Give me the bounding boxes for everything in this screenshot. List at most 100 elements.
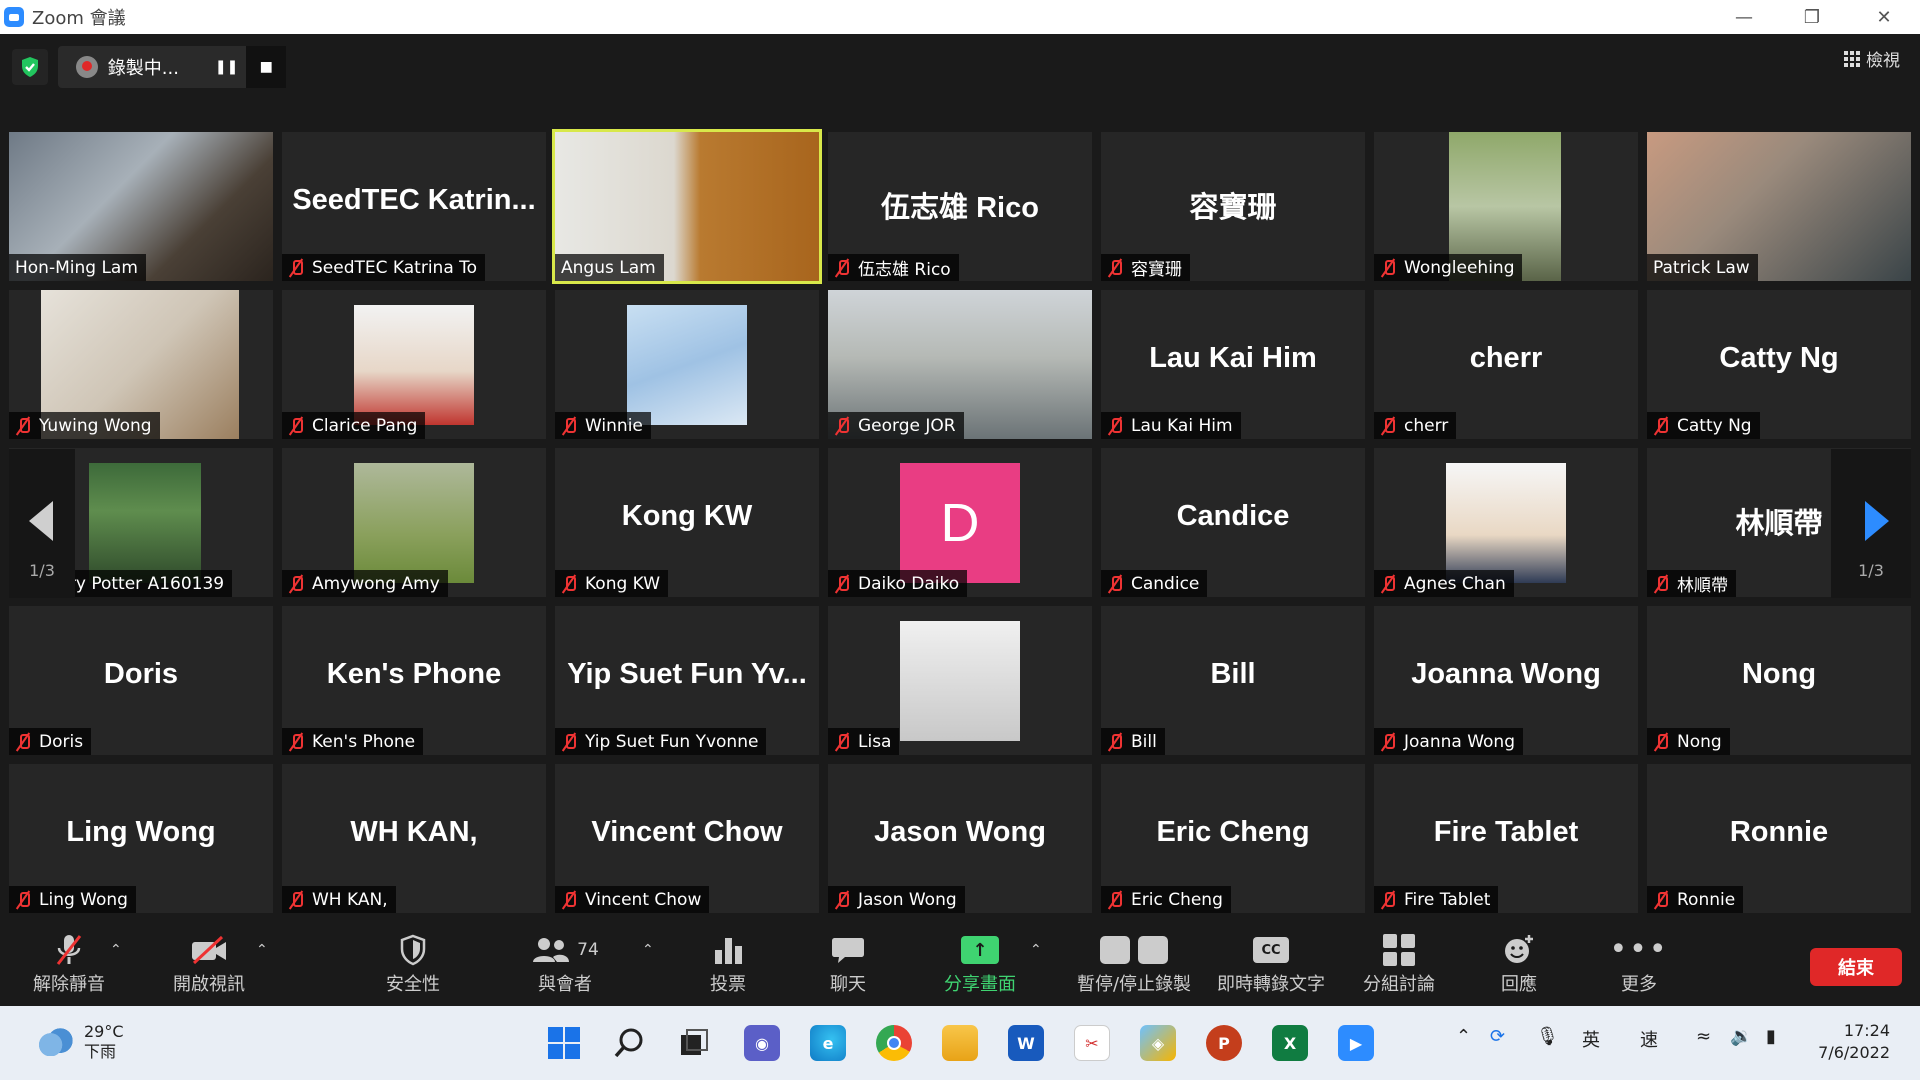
volume-icon[interactable]: 🔉: [1730, 1026, 1752, 1047]
participant-tile[interactable]: Lau Kai Him Lau Kai Him: [1101, 290, 1365, 439]
file-explorer-icon[interactable]: [942, 1025, 978, 1061]
snipping-tool-icon[interactable]: ✂: [1074, 1025, 1110, 1061]
restore-icon[interactable]: ❐: [1778, 0, 1846, 34]
participant-tile[interactable]: Hon-Ming Lam: [9, 132, 273, 281]
participant-tile[interactable]: Agnes Chan: [1374, 448, 1638, 597]
participant-tile[interactable]: Bill Bill: [1101, 606, 1365, 755]
participant-name-tag: Fire Tablet: [1374, 886, 1499, 913]
participant-tile[interactable]: Eric Cheng Eric Cheng: [1101, 764, 1365, 913]
participant-tile[interactable]: Amywong Amy: [282, 448, 546, 597]
participant-display-name: cherr: [1469, 342, 1543, 374]
meeting-toolbar: 解除靜音 ⌃ 開啟視訊 ⌃ 安全性 74 與會者 ⌃ 投票 聊天 ↑ 分享畫面 …: [0, 920, 1920, 1006]
search-icon[interactable]: [612, 1025, 648, 1061]
previous-page-button[interactable]: 1/3: [9, 449, 75, 598]
microphone-icon[interactable]: 🎙: [1536, 1026, 1559, 1047]
end-meeting-button[interactable]: 結束: [1810, 948, 1902, 986]
polls-button[interactable]: 投票: [663, 930, 793, 1000]
participant-tile[interactable]: Doris Doris: [9, 606, 273, 755]
stop-recording-button[interactable]: ■: [246, 46, 287, 88]
chat-bubble-icon: [832, 938, 864, 963]
security-button[interactable]: 安全性: [348, 930, 478, 1000]
participant-tile[interactable]: Ken's Phone Ken's Phone: [282, 606, 546, 755]
participant-tile[interactable]: George JOR: [828, 290, 1092, 439]
participant-name: Daiko Daiko: [858, 573, 960, 594]
minimize-icon[interactable]: —: [1710, 0, 1778, 34]
ime-language[interactable]: 英: [1582, 1026, 1600, 1052]
participant-tile[interactable]: Catty Ng Catty Ng: [1647, 290, 1911, 439]
participant-tile[interactable]: Yuwing Wong: [9, 290, 273, 439]
share-screen-button[interactable]: ↑ 分享畫面: [915, 930, 1045, 1000]
participant-tile[interactable]: Patrick Law: [1647, 132, 1911, 281]
participant-tile[interactable]: 容寶珊 容寶珊: [1101, 132, 1365, 281]
start-video-button[interactable]: 開啟視訊: [144, 930, 274, 1000]
participant-tile[interactable]: Joanna Wong Joanna Wong: [1374, 606, 1638, 755]
pause-stop-recording-label: 暫停/停止錄製: [1076, 974, 1192, 995]
audio-options-caret-icon[interactable]: ⌃: [110, 942, 122, 958]
edge-browser-icon[interactable]: e: [810, 1025, 846, 1061]
ime-mode[interactable]: 速: [1640, 1026, 1658, 1052]
participant-tile[interactable]: 伍志雄 Rico 伍志雄 Rico: [828, 132, 1092, 281]
participant-name-tag: Yip Suet Fun Yvonne: [555, 728, 767, 755]
word-icon[interactable]: W: [1008, 1025, 1044, 1061]
weather-widget[interactable]: 29°C 下雨: [38, 1022, 124, 1062]
unmute-label: 解除靜音: [33, 974, 105, 995]
chrome-browser-icon[interactable]: [876, 1025, 912, 1061]
participant-tile[interactable]: Jason Wong Jason Wong: [828, 764, 1092, 913]
participant-name: cherr: [1404, 415, 1449, 436]
mic-muted-icon: [1107, 891, 1123, 909]
windows-taskbar: 29°C 下雨 ◉ e W ✂ ◈ P X ▶ ⌃ ⟳ 🎙 英 速 ≈ 🔉 ▮ …: [0, 1006, 1920, 1080]
reactions-button[interactable]: 回應: [1454, 930, 1584, 1000]
participant-tile[interactable]: Vincent Chow Vincent Chow: [555, 764, 819, 913]
participant-tile[interactable]: Clarice Pang: [282, 290, 546, 439]
participant-tile[interactable]: D Daiko Daiko: [828, 448, 1092, 597]
breakout-rooms-button[interactable]: 分組討論: [1334, 930, 1464, 1000]
share-options-caret-icon[interactable]: ⌃: [1030, 942, 1042, 958]
next-page-button[interactable]: 1/3: [1831, 449, 1911, 598]
excel-icon[interactable]: X: [1272, 1025, 1308, 1061]
sync-icon[interactable]: ⟳: [1490, 1026, 1505, 1047]
participant-name-tag: George JOR: [828, 412, 964, 439]
task-view-icon[interactable]: [676, 1025, 712, 1061]
participant-display-name: Doris: [103, 658, 179, 690]
participant-tile[interactable]: Kong KW Kong KW: [555, 448, 819, 597]
live-transcript-button[interactable]: CC 即時轉錄文字: [1206, 930, 1336, 1000]
participant-tile[interactable]: Angus Lam: [552, 129, 822, 284]
powerpoint-icon[interactable]: P: [1206, 1025, 1242, 1061]
wifi-icon[interactable]: ≈: [1696, 1026, 1711, 1047]
start-windows-icon[interactable]: [546, 1025, 582, 1061]
participant-tile[interactable]: Fire Tablet Fire Tablet: [1374, 764, 1638, 913]
participant-tile[interactable]: Candice Candice: [1101, 448, 1365, 597]
participant-name: Ronnie: [1677, 889, 1736, 910]
view-button[interactable]: 檢視: [1844, 46, 1900, 71]
system-clock[interactable]: 17:24 7/6/2022: [1818, 1020, 1890, 1064]
close-icon[interactable]: ✕: [1850, 0, 1918, 34]
pause-recording-button[interactable]: ❚❚: [207, 46, 247, 88]
mic-muted-icon: [1107, 417, 1123, 435]
chat-button[interactable]: 聊天: [783, 930, 913, 1000]
participants-button[interactable]: 74 與會者: [500, 930, 630, 1000]
show-hidden-icons-icon[interactable]: ⌃: [1456, 1026, 1471, 1047]
participant-tile[interactable]: Ronnie Ronnie: [1647, 764, 1911, 913]
participant-tile[interactable]: Ling Wong Ling Wong: [9, 764, 273, 913]
participant-tile[interactable]: Nong Nong: [1647, 606, 1911, 755]
participant-tile[interactable]: WH KAN, WH KAN,: [282, 764, 546, 913]
battery-icon[interactable]: ▮: [1766, 1026, 1776, 1047]
participant-tile[interactable]: Yip Suet Fun Yv... Yip Suet Fun Yvonne: [555, 606, 819, 755]
participant-tile[interactable]: Winnie: [555, 290, 819, 439]
participant-tile[interactable]: Wongleehing: [1374, 132, 1638, 281]
participant-name: WH KAN,: [312, 889, 388, 910]
zoom-taskbar-icon[interactable]: ▶: [1338, 1025, 1374, 1061]
more-button[interactable]: ••• 更多: [1574, 930, 1704, 1000]
mic-muted-icon: [561, 417, 577, 435]
encryption-shield-icon[interactable]: [12, 49, 48, 85]
video-options-caret-icon[interactable]: ⌃: [256, 942, 268, 958]
participant-tile[interactable]: Lisa: [828, 606, 1092, 755]
pause-stop-recording-button[interactable]: 暫停/停止錄製: [1064, 930, 1204, 1000]
unmute-button[interactable]: 解除靜音: [4, 930, 134, 1000]
participant-tile[interactable]: SeedTEC Katrin... SeedTEC Katrina To: [282, 132, 546, 281]
participants-caret-icon[interactable]: ⌃: [642, 942, 654, 958]
participant-name-tag: Joanna Wong: [1374, 728, 1523, 755]
participant-tile[interactable]: cherr cherr: [1374, 290, 1638, 439]
paint-icon[interactable]: ◈: [1140, 1025, 1176, 1061]
teams-chat-icon[interactable]: ◉: [744, 1025, 780, 1061]
